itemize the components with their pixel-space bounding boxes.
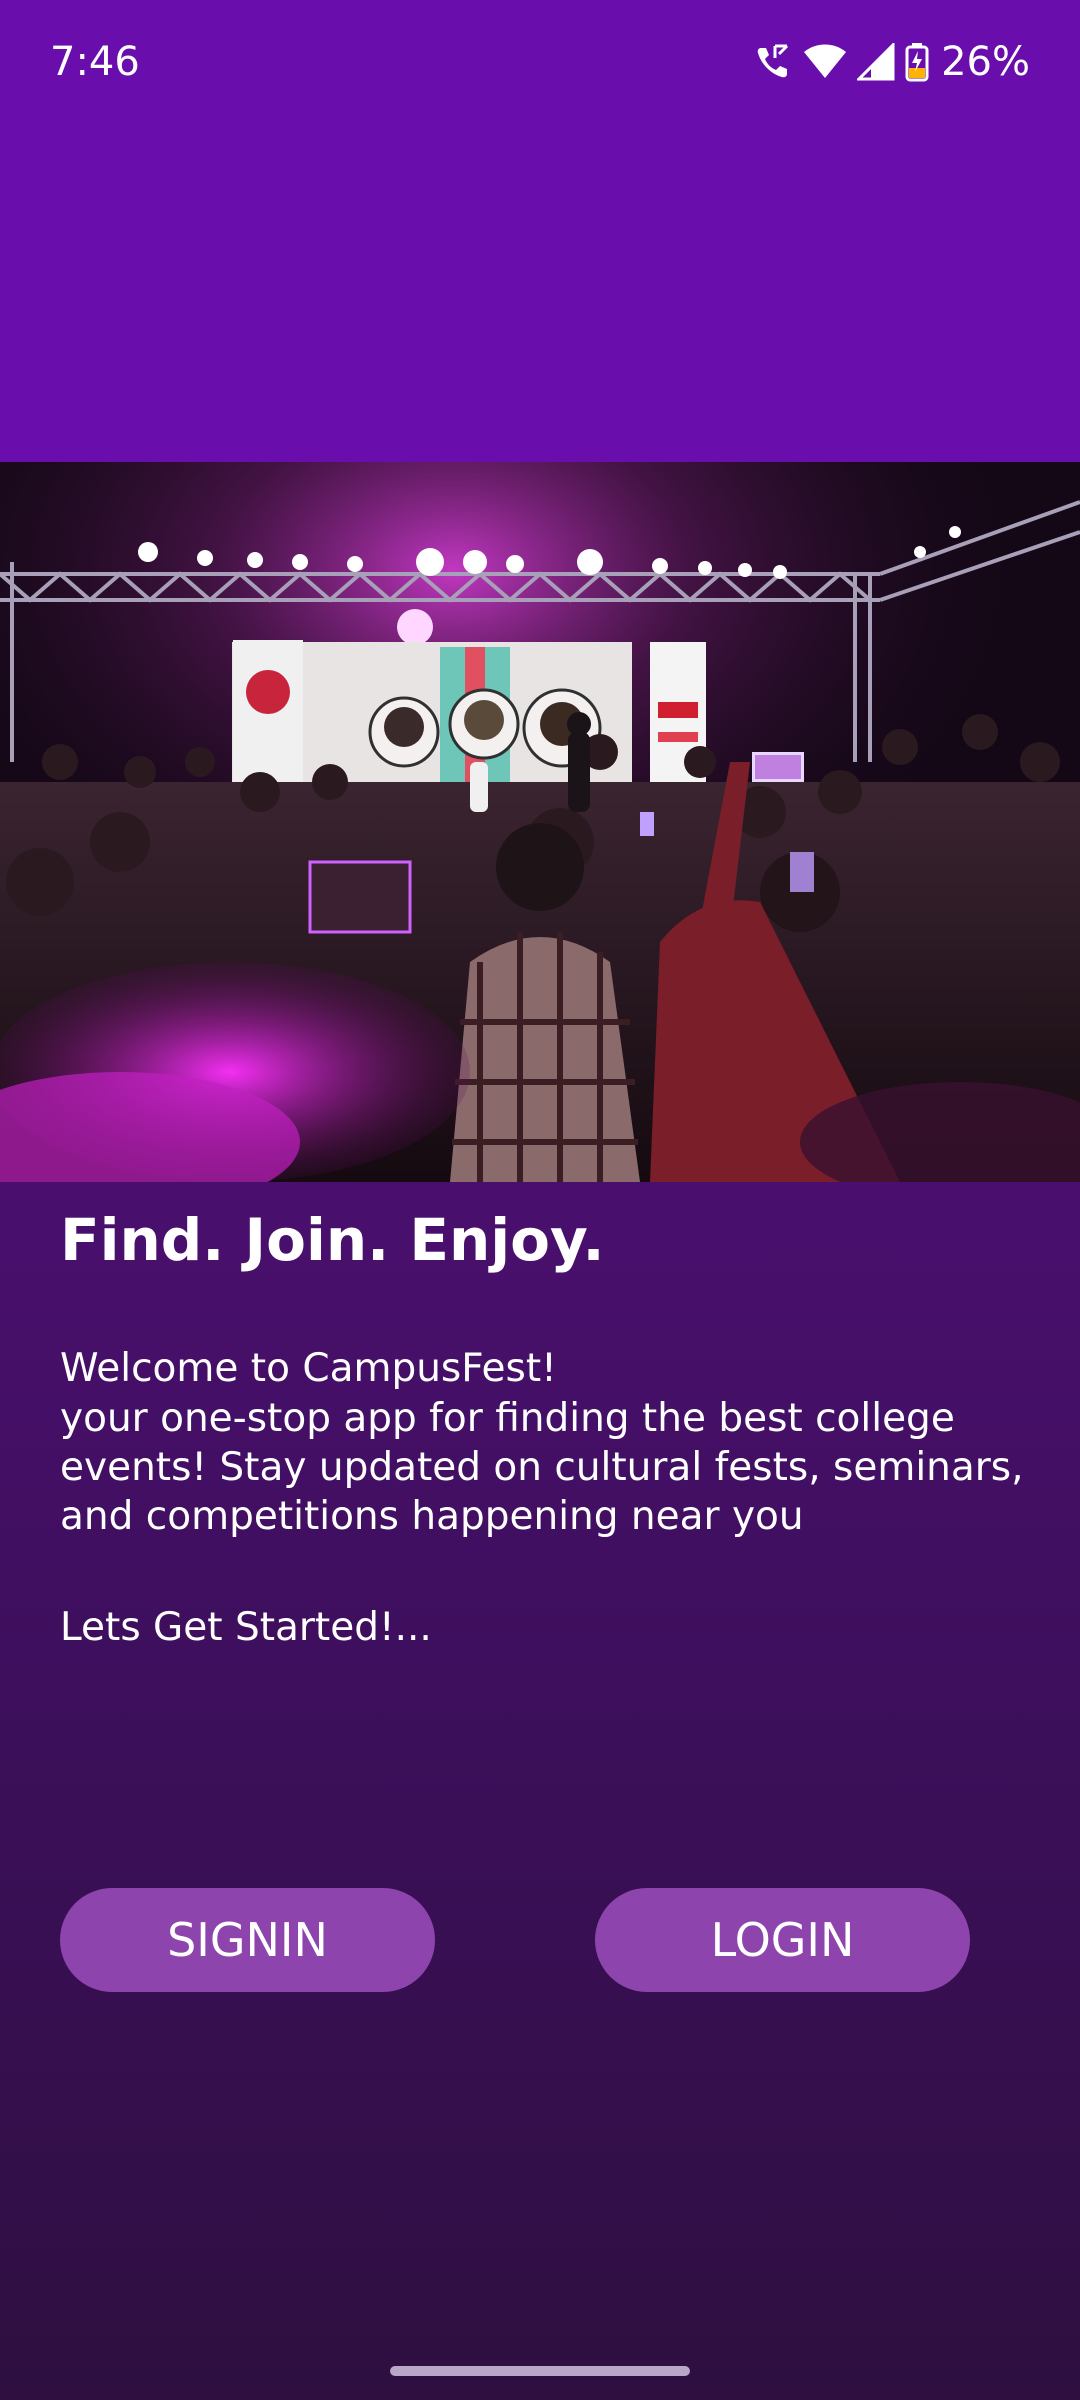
status-icons: 26%: [753, 36, 1030, 88]
cell-signal-icon: [857, 43, 895, 81]
status-time: 7:46: [50, 39, 140, 85]
signin-button[interactable]: SIGNIN: [60, 1888, 435, 1992]
status-bar: 7:46 26%: [0, 0, 1080, 126]
welcome-text: Welcome to CampusFest!: [60, 1346, 557, 1391]
battery-percentage: 26%: [941, 39, 1030, 85]
wifi-icon: [803, 44, 847, 80]
wifi-calling-icon: [753, 42, 793, 82]
get-started-text: Lets Get Started!...: [60, 1605, 432, 1650]
description-text: your one-stop app for finding the best c…: [60, 1396, 1024, 1539]
home-gesture-bar[interactable]: [390, 2366, 690, 2376]
headline: Find. Join. Enjoy.: [60, 1206, 605, 1274]
hero-image: [0, 462, 1080, 1182]
intro-content: Find. Join. Enjoy. Welcome to CampusFest…: [60, 1200, 1040, 1653]
login-button[interactable]: LOGIN: [595, 1888, 970, 1992]
battery-charging-icon: [905, 42, 929, 82]
